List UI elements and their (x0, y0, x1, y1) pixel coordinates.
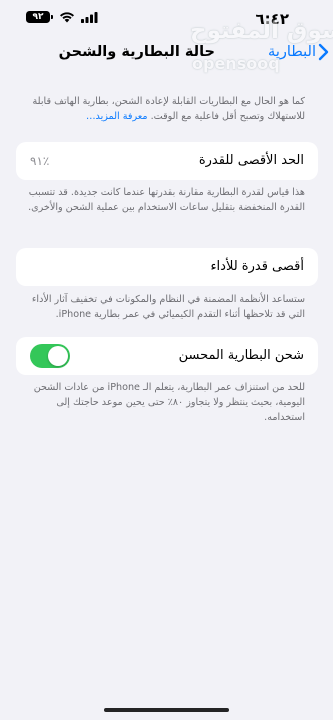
page-title: حالة البطارية والشحن (58, 44, 215, 60)
optimized-charging-toggle[interactable] (30, 344, 70, 368)
optimized-charging-description: للحد من استنزاف عمر البطارية، يتعلم الـ … (33, 382, 305, 423)
toggle-knob (48, 346, 68, 366)
home-indicator[interactable] (104, 708, 229, 712)
optimized-charging-row: شحن البطارية المحسن (16, 337, 318, 375)
battery-health-screen: ٩٢ ٦:٤٢ السوق المفتوح ope (0, 0, 333, 720)
navigation-bar: البطارية حالة البطارية والشحن (0, 38, 333, 72)
maximum-capacity-value: ٪٩١ (30, 154, 50, 168)
intro-description: كما هو الحال مع البطاريات القابلة لإعادة… (15, 94, 305, 124)
cellular-signal-icon (81, 11, 98, 23)
maximum-capacity-row: الحد الأقصى للقدرة ٪٩١ (16, 142, 318, 180)
maximum-capacity-description: هذا قياس لقدرة البطارية مقارنة بقدرتها ع… (28, 187, 305, 213)
back-button[interactable]: البطارية (268, 43, 329, 61)
intro-text: كما هو الحال مع البطاريات القابلة لإعادة… (32, 96, 305, 122)
wifi-icon (59, 11, 75, 23)
peak-performance-row: أقصى قدرة للأداء (16, 248, 318, 286)
battery-icon: ٩٢ (26, 11, 50, 23)
peak-performance-label: أقصى قدرة للأداء (210, 259, 304, 274)
status-time: ٦:٤٢ (255, 10, 289, 28)
maximum-capacity-label: الحد الأقصى للقدرة (198, 153, 304, 168)
status-indicators: ٩٢ (26, 11, 98, 23)
chevron-right-icon (318, 43, 329, 61)
optimized-charging-label: شحن البطارية المحسن (178, 348, 304, 363)
status-bar: ٩٢ ٦:٤٢ (0, 0, 333, 38)
back-button-label: البطارية (268, 44, 316, 60)
learn-more-link[interactable]: معرفة المزيد… (86, 111, 148, 122)
battery-tip (51, 15, 53, 19)
peak-performance-description: ستساعد الأنظمة المضمنة في النظام والمكون… (31, 294, 305, 320)
